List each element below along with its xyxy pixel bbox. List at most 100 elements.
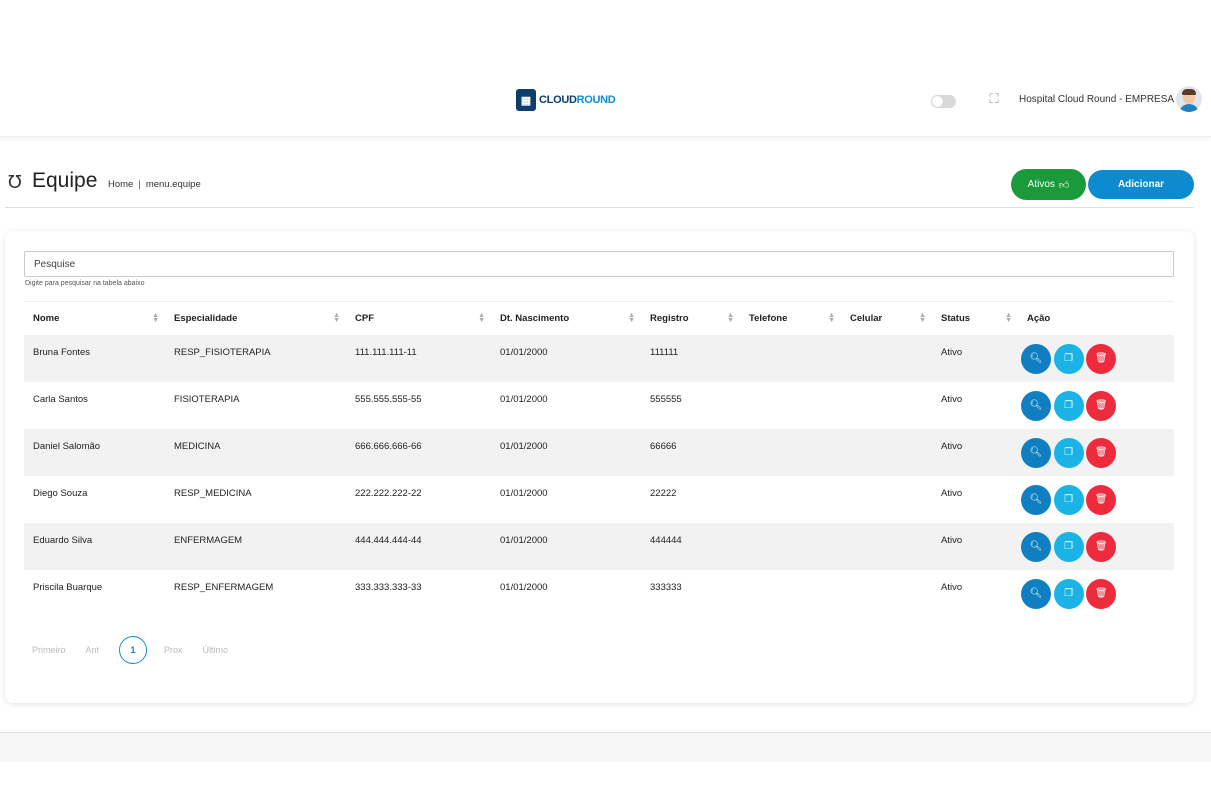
logo-text-part1: CLOUD (539, 94, 577, 106)
magnifier-icon: 🔍︎ (1029, 494, 1043, 505)
cell-acao: 🔍︎ ❐ 🗑︎ (1018, 523, 1174, 570)
sort-icon[interactable]: ▲ ▼ (152, 312, 159, 324)
col-header-especialidade[interactable]: Especialidade ▲ ▼ (165, 302, 346, 335)
edit-button[interactable]: ❐ (1053, 578, 1084, 609)
sort-icon[interactable]: ▲ ▼ (333, 312, 340, 324)
cell-registro: 555555 (650, 393, 682, 405)
cell-especialidade: RESP_MEDICINA (174, 487, 252, 499)
stethoscope-icon: ℧ (8, 172, 22, 192)
magnifier-icon: 🔍︎ (1029, 541, 1043, 552)
delete-button[interactable]: 🗑︎ (1086, 484, 1117, 515)
page-first[interactable]: Primeiro (32, 645, 66, 655)
cell-telefone (740, 335, 841, 382)
cell-especialidade: ENFERMAGEM (174, 534, 243, 546)
pagination: Primeiro Ant 1 Prox Último (32, 636, 248, 664)
table-header-row: Nome ▲ ▼ Especialidade ▲ ▼ CPF ▲ ▼ Dt. Nascime… (24, 301, 1174, 335)
cell-celular (841, 335, 932, 382)
cell-status: Ativo (941, 534, 963, 546)
cell-especialidade: RESP_FISIOTERAPIA (174, 346, 271, 358)
view-button[interactable]: 🔍︎ (1021, 343, 1051, 374)
edit-button[interactable]: ❐ (1053, 484, 1084, 515)
page-prev[interactable]: Ant (86, 645, 100, 655)
cell-nome: Carla Santos (33, 393, 88, 405)
theme-toggle[interactable] (931, 95, 956, 108)
cell-dt-nascimento: 01/01/2000 (500, 393, 548, 405)
cell-status: Ativo (941, 581, 963, 593)
trash-icon: 🗑︎ (1094, 400, 1108, 411)
app-logo[interactable]: ▦ CLOUDROUND (516, 89, 616, 111)
sort-icon[interactable]: ▲ ▼ (1005, 312, 1012, 324)
cell-celular (841, 476, 932, 523)
col-header-nome[interactable]: Nome ▲ ▼ (24, 302, 165, 335)
view-button[interactable]: 🔍︎ (1021, 531, 1051, 562)
page-title: Equipe (32, 169, 98, 192)
col-header-cpf[interactable]: CPF ▲ ▼ (346, 302, 491, 335)
cell-registro: 444444 (650, 534, 682, 546)
delete-button[interactable]: 🗑︎ (1086, 578, 1117, 609)
document-icon: ❐ (1064, 541, 1074, 552)
magnifier-icon: 🔍︎ (1029, 447, 1043, 458)
cell-cpf: 111.111.111-11 (355, 346, 417, 358)
magnifier-icon: 🔍︎ (1029, 400, 1043, 411)
trash-icon: 🗑︎ (1094, 353, 1108, 364)
sort-icon[interactable]: ▲ ▼ (919, 312, 926, 324)
clipboard-logo-icon: ▦ (516, 89, 536, 111)
table-row: Daniel Salomão MEDICINA 666.666.666-66 01/0… (24, 428, 1174, 476)
footer (0, 732, 1211, 762)
page-next[interactable]: Prox (164, 645, 183, 655)
sort-icon[interactable]: ▲ ▼ (478, 312, 485, 324)
edit-button[interactable]: ❐ (1053, 390, 1084, 421)
edit-button[interactable]: ❐ (1053, 531, 1084, 562)
col-header-registro[interactable]: Registro ▲ ▼ (641, 302, 740, 335)
cell-telefone (740, 382, 841, 429)
cell-dt-nascimento: 01/01/2000 (500, 346, 548, 358)
delete-button[interactable]: 🗑︎ (1086, 531, 1117, 562)
view-button[interactable]: 🔍︎ (1021, 437, 1051, 468)
delete-button[interactable]: 🗑︎ (1086, 343, 1117, 374)
cell-acao: 🔍︎ ❐ 🗑︎ (1018, 570, 1174, 617)
cell-acao: 🔍︎ ❐ 🗑︎ (1018, 429, 1174, 476)
team-table: Nome ▲ ▼ Especialidade ▲ ▼ CPF ▲ ▼ Dt. Nascime… (24, 301, 1174, 617)
cell-status: Ativo (941, 440, 963, 452)
cell-celular (841, 382, 932, 429)
page-header: ℧ Equipe Home | menu.equipe Ativos 👍︎ Adici… (5, 160, 1194, 208)
sort-icon[interactable]: ▲ ▼ (828, 312, 835, 324)
cell-cpf: 333.333.333-33 (355, 581, 422, 593)
view-button[interactable]: 🔍︎ (1021, 578, 1051, 609)
col-header-dt-nascimento[interactable]: Dt. Nascimento ▲ ▼ (491, 302, 641, 335)
sort-icon[interactable]: ▲ ▼ (628, 312, 635, 324)
breadcrumb-home[interactable]: Home (108, 179, 133, 190)
cell-especialidade: FISIOTERAPIA (174, 393, 240, 405)
document-icon: ❐ (1064, 400, 1074, 411)
col-header-celular[interactable]: Celular ▲ ▼ (841, 302, 932, 335)
cell-registro: 66666 (650, 440, 677, 452)
fullscreen-icon[interactable]: ⛶ (987, 92, 1001, 106)
view-button[interactable]: 🔍︎ (1021, 390, 1051, 421)
delete-button[interactable]: 🗑︎ (1086, 437, 1117, 468)
col-header-status[interactable]: Status ▲ ▼ (932, 302, 1018, 335)
edit-button[interactable]: ❐ (1053, 437, 1084, 468)
table-row: Bruna Fontes RESP_FISIOTERAPIA 111.111.111… (24, 334, 1174, 382)
user-avatar[interactable] (1176, 86, 1202, 112)
col-header-telefone[interactable]: Telefone ▲ ▼ (740, 302, 841, 335)
cell-telefone (740, 476, 841, 523)
sort-icon[interactable]: ▲ ▼ (727, 312, 734, 324)
delete-button[interactable]: 🗑︎ (1086, 390, 1117, 421)
search-input[interactable] (24, 251, 1174, 277)
edit-button[interactable]: ❐ (1053, 343, 1084, 374)
cell-acao: 🔍︎ ❐ 🗑︎ (1018, 382, 1174, 429)
breadcrumb: Home | menu.equipe (108, 179, 201, 190)
page-last[interactable]: Último (203, 645, 229, 655)
cell-telefone (740, 523, 841, 570)
cell-status: Ativo (941, 487, 963, 499)
company-name[interactable]: Hospital Cloud Round - EMPRESA (1019, 94, 1174, 105)
ativos-filter-button[interactable]: Ativos 👍︎ (1011, 169, 1086, 200)
cell-cpf: 666.666.666-66 (355, 440, 422, 452)
ativos-label: Ativos (1027, 179, 1055, 190)
page-current[interactable]: 1 (119, 636, 148, 664)
view-button[interactable]: 🔍︎ (1021, 484, 1051, 515)
add-button[interactable]: Adicionar (1088, 170, 1194, 199)
document-icon: ❐ (1064, 494, 1074, 505)
document-icon: ❐ (1064, 353, 1074, 364)
cell-cpf: 555.555.555-55 (355, 393, 422, 405)
